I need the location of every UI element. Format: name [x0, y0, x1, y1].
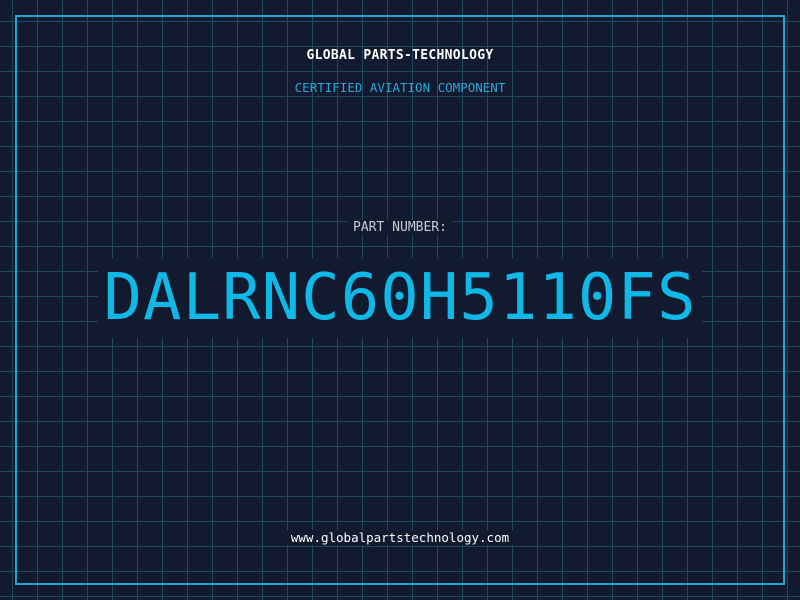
company-tagline: CERTIFIED AVIATION COMPONENT — [294, 80, 506, 95]
website-url: www.globalpartstechnology.com — [284, 530, 516, 545]
website-row: www.globalpartstechnology.com — [0, 530, 800, 545]
part-number-label-row: PART NUMBER: — [0, 220, 800, 235]
part-number-row: DALRNC60H5110FS — [0, 258, 800, 338]
part-number-label: PART NUMBER: — [347, 220, 453, 235]
company-name: GLOBAL PARTS-TECHNOLOGY — [306, 48, 494, 63]
part-label-card: GLOBAL PARTS-TECHNOLOGY CERTIFIED AVIATI… — [0, 0, 800, 600]
part-number-value: DALRNC60H5110FS — [97, 258, 703, 338]
